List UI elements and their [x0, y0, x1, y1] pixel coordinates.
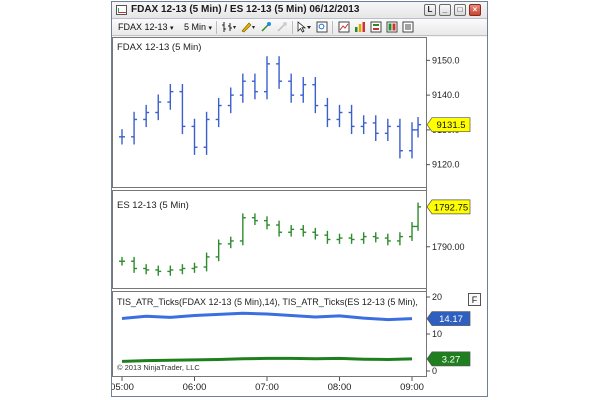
interval-label: 5 Min — [184, 22, 207, 32]
atr-axis-tick: 0 — [432, 366, 437, 376]
atr-fdax-value-flag: 14.17 — [426, 311, 471, 326]
indicators-icon[interactable] — [338, 21, 350, 33]
toolbar-divider — [332, 21, 333, 34]
cursor-icon[interactable] — [296, 21, 312, 33]
chart-window: FDAX 12-13 (5 Min) / ES 12-13 (5 Min) 06… — [111, 1, 488, 397]
maximize-button[interactable]: □ — [454, 4, 466, 16]
fdax-panel-label: FDAX 12-13 (5 Min) — [117, 42, 201, 53]
panel-f-button[interactable]: F — [468, 293, 481, 306]
time-axis-tick: 05:00 — [112, 382, 134, 393]
chart-app-icon — [116, 5, 127, 15]
fdax-panel-frame — [112, 37, 427, 188]
instrument-label: FDAX 12-13 — [118, 22, 168, 32]
es-last-price-flag: 1792.75 — [426, 199, 471, 215]
chart-toolbar: FDAX 12-13 ▾ 5 Min ▾ — [112, 19, 487, 36]
atr-panel-label: TIS_ATR_Ticks(FDAX 12-13 (5 Min),14), TI… — [117, 297, 418, 307]
time-axis-tick: 09:00 — [400, 382, 424, 393]
interval-selector[interactable]: 5 Min ▾ — [184, 21, 212, 34]
instrument-selector[interactable]: FDAX 12-13 ▾ — [118, 21, 174, 34]
atr-es-value-flag: 3.27 — [426, 351, 471, 367]
time-axis-svg: 05:00 06:00 07:00 08:00 09:00 — [112, 377, 424, 393]
chevron-down-icon: ▾ — [170, 25, 174, 32]
bar-type-icon[interactable] — [221, 21, 237, 33]
fdax-axis-tick: 9120.0 — [432, 160, 460, 170]
eraser-icon[interactable] — [276, 21, 288, 33]
es-panel-label: ES 12-13 (5 Min) — [117, 200, 189, 211]
chart-trader-icon[interactable] — [386, 21, 398, 33]
time-axis-tick: 06:00 — [183, 382, 207, 393]
title-bar[interactable]: FDAX 12-13 (5 Min) / ES 12-13 (5 Min) 06… — [112, 2, 487, 19]
fdax-axis-tick: 9150.0 — [432, 55, 460, 65]
data-box-icon[interactable] — [370, 21, 382, 33]
close-button[interactable]: × — [469, 4, 481, 16]
fdax-last-price-flag-text: 9131.5 — [436, 120, 465, 131]
toolbar-divider — [216, 21, 217, 34]
zoom-icon[interactable] — [316, 21, 328, 33]
fdax-last-price-flag: 9131.5 — [426, 117, 471, 133]
minimize-button[interactable]: _ — [439, 4, 451, 16]
es-axis-tick: 1790.00 — [432, 242, 465, 252]
price-chart[interactable]: FDAX 12-13 (5 Min) ES 12-13 (5 Min) TIS_AT… — [112, 37, 487, 377]
fdax-axis-tick: 9140.0 — [432, 90, 460, 100]
f-button-label: F — [472, 295, 478, 305]
time-axis-tick: 08:00 — [328, 382, 352, 393]
time-axis: 05:00 06:00 07:00 08:00 09:00 — [112, 377, 487, 396]
copyright-label: © 2013 NinjaTrader, LLC — [117, 363, 200, 372]
es-last-price-flag-text: 1792.75 — [434, 202, 468, 213]
properties-icon[interactable] — [402, 21, 414, 33]
link-button[interactable]: L — [424, 4, 436, 16]
time-axis-tick: 07:00 — [255, 382, 279, 393]
chevron-down-icon: ▾ — [208, 25, 213, 32]
atr-fdax-value-flag-text: 14.17 — [439, 314, 463, 325]
toolbar-divider — [292, 21, 293, 34]
atr-axis-tick: 10 — [432, 329, 442, 339]
crosshair-icon[interactable] — [260, 21, 272, 33]
pencil-icon[interactable] — [240, 21, 256, 33]
atr-es-value-flag-text: 3.27 — [442, 354, 461, 365]
strategies-icon[interactable] — [354, 21, 366, 33]
window-title: FDAX 12-13 (5 Min) / ES 12-13 (5 Min) 06… — [131, 4, 360, 15]
chart-area[interactable]: FDAX 12-13 (5 Min) ES 12-13 (5 Min) TIS_AT… — [112, 37, 487, 377]
atr-axis-tick: 20 — [432, 292, 442, 302]
